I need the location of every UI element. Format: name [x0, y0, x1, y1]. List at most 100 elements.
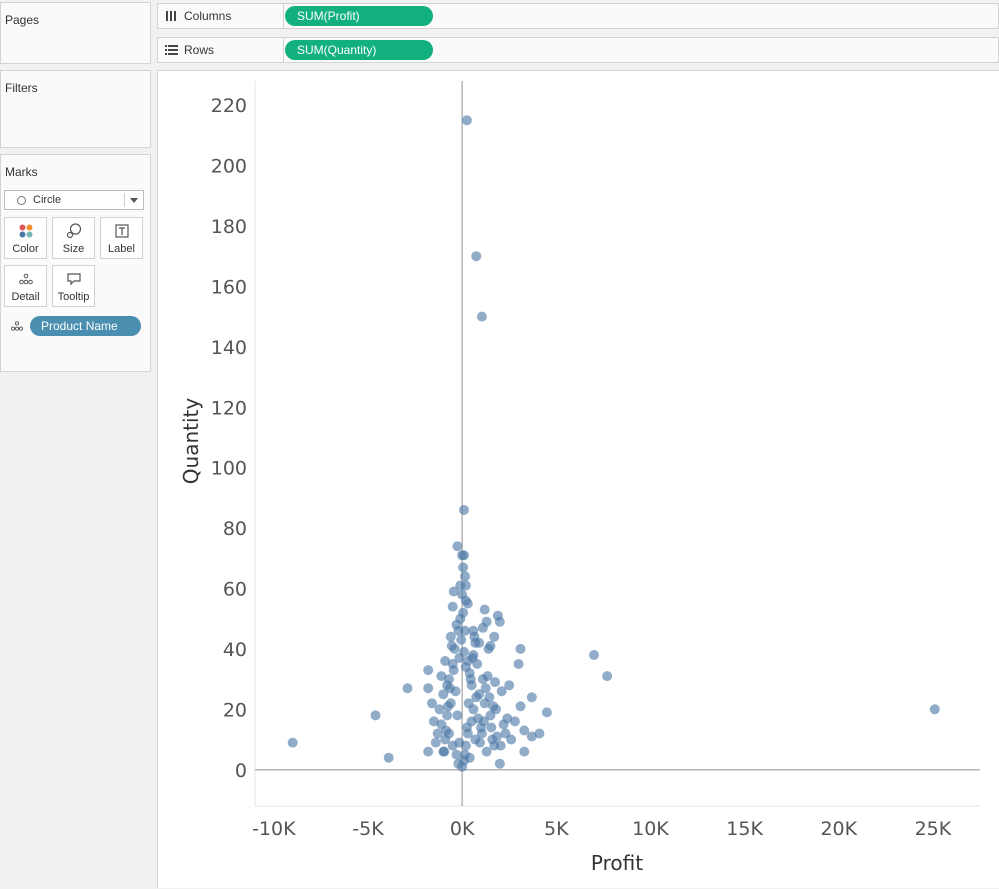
mark-type-value: Circle: [33, 194, 62, 206]
data-point[interactable]: [484, 692, 495, 703]
data-point[interactable]: [423, 683, 434, 694]
data-point[interactable]: [494, 758, 505, 769]
data-point[interactable]: [370, 710, 381, 721]
detail-field-row: Product Name: [10, 316, 141, 336]
data-point[interactable]: [454, 737, 465, 748]
y-tick-label: 60: [223, 579, 247, 601]
data-point[interactable]: [445, 631, 456, 642]
data-point[interactable]: [519, 746, 530, 757]
y-tick-label: 120: [211, 397, 247, 419]
data-point[interactable]: [460, 662, 471, 672]
data-point[interactable]: [436, 671, 447, 682]
data-point[interactable]: [446, 640, 457, 651]
data-point[interactable]: [602, 671, 613, 682]
x-tick-label: -5K: [352, 818, 384, 840]
data-point[interactable]: [488, 701, 499, 712]
data-point[interactable]: [502, 713, 513, 724]
data-point[interactable]: [467, 653, 478, 663]
data-point[interactable]: [471, 251, 482, 262]
data-point[interactable]: [462, 598, 473, 609]
data-point[interactable]: [475, 737, 485, 748]
data-point[interactable]: [460, 749, 470, 760]
detail-button[interactable]: Detail: [4, 265, 47, 307]
columns-shelf[interactable]: Columns SUM(Profit): [157, 3, 999, 29]
data-point[interactable]: [459, 550, 469, 561]
mark-type-dropdown[interactable]: Circle: [4, 190, 144, 210]
data-point[interactable]: [448, 665, 459, 676]
filters-card[interactable]: Filters: [0, 70, 151, 148]
sum-profit-pill[interactable]: SUM(Profit): [285, 6, 433, 26]
data-point[interactable]: [474, 637, 485, 648]
data-point[interactable]: [471, 692, 482, 703]
label-button[interactable]: Label: [100, 217, 143, 259]
chevron-down-icon[interactable]: [130, 198, 138, 203]
product-name-pill[interactable]: Product Name: [30, 316, 141, 336]
data-point[interactable]: [589, 650, 599, 660]
data-point[interactable]: [443, 701, 453, 712]
data-point[interactable]: [526, 692, 537, 703]
pages-card[interactable]: Pages: [0, 2, 151, 64]
data-point[interactable]: [456, 634, 467, 645]
tooltip-label: Tooltip: [57, 291, 90, 303]
data-point[interactable]: [423, 665, 434, 676]
data-point[interactable]: [480, 683, 491, 694]
data-point[interactable]: [452, 710, 463, 721]
data-point[interactable]: [423, 746, 434, 757]
data-point[interactable]: [506, 734, 517, 745]
sum-quantity-pill[interactable]: SUM(Quantity): [285, 40, 433, 60]
data-point[interactable]: [515, 643, 526, 654]
data-point[interactable]: [430, 737, 441, 748]
data-point[interactable]: [465, 674, 476, 685]
data-point[interactable]: [495, 740, 506, 751]
data-point[interactable]: [383, 752, 394, 763]
data-point[interactable]: [459, 505, 469, 515]
data-point[interactable]: [515, 701, 526, 712]
data-point[interactable]: [428, 716, 439, 727]
data-point[interactable]: [458, 607, 469, 618]
data-point[interactable]: [494, 616, 505, 627]
data-point[interactable]: [476, 311, 487, 322]
data-point[interactable]: [460, 580, 471, 591]
tooltip-button[interactable]: Tooltip: [52, 265, 95, 307]
data-point[interactable]: [541, 707, 552, 718]
rows-shelf[interactable]: Rows SUM(Quantity): [157, 37, 999, 63]
data-point[interactable]: [526, 731, 537, 742]
data-point[interactable]: [287, 737, 298, 748]
data-point[interactable]: [461, 722, 472, 733]
data-point[interactable]: [489, 631, 500, 642]
data-point[interactable]: [432, 728, 443, 739]
data-point[interactable]: [481, 746, 492, 757]
data-point[interactable]: [461, 115, 472, 126]
x-tick-label: 5K: [544, 818, 569, 840]
rows-icon: [164, 44, 178, 56]
data-point[interactable]: [440, 656, 451, 666]
data-point[interactable]: [458, 562, 469, 573]
data-point[interactable]: [479, 604, 490, 615]
size-button[interactable]: Size: [52, 217, 95, 259]
y-tick-label: 180: [211, 216, 247, 238]
data-point[interactable]: [454, 653, 465, 663]
data-point[interactable]: [477, 622, 488, 633]
data-point[interactable]: [492, 731, 502, 742]
data-point[interactable]: [460, 571, 470, 582]
data-point[interactable]: [452, 541, 463, 552]
data-point[interactable]: [476, 728, 487, 739]
data-point[interactable]: [486, 722, 497, 733]
data-point[interactable]: [427, 698, 437, 709]
rows-label-text: Rows: [184, 43, 215, 57]
data-point[interactable]: [439, 746, 450, 757]
x-tick-label: 20K: [820, 818, 857, 840]
data-point[interactable]: [929, 704, 940, 715]
data-point[interactable]: [402, 683, 413, 694]
color-button[interactable]: Color: [4, 217, 47, 259]
data-point[interactable]: [513, 659, 524, 669]
data-point[interactable]: [483, 643, 494, 654]
data-point[interactable]: [447, 601, 458, 612]
data-point[interactable]: [490, 677, 501, 688]
viz-canvas[interactable]: 0 20 40 60 80 100 120 140 160 180 200 220 -10K -5K 0K…: [157, 70, 999, 888]
data-point[interactable]: [457, 761, 468, 772]
data-point[interactable]: [442, 680, 453, 691]
scatter-chart[interactable]: 0 20 40 60 80 100 120 140 160 180 200 220 -10K -5K 0K…: [158, 71, 999, 889]
data-point[interactable]: [504, 680, 515, 691]
x-axis-title: Profit: [591, 851, 643, 875]
